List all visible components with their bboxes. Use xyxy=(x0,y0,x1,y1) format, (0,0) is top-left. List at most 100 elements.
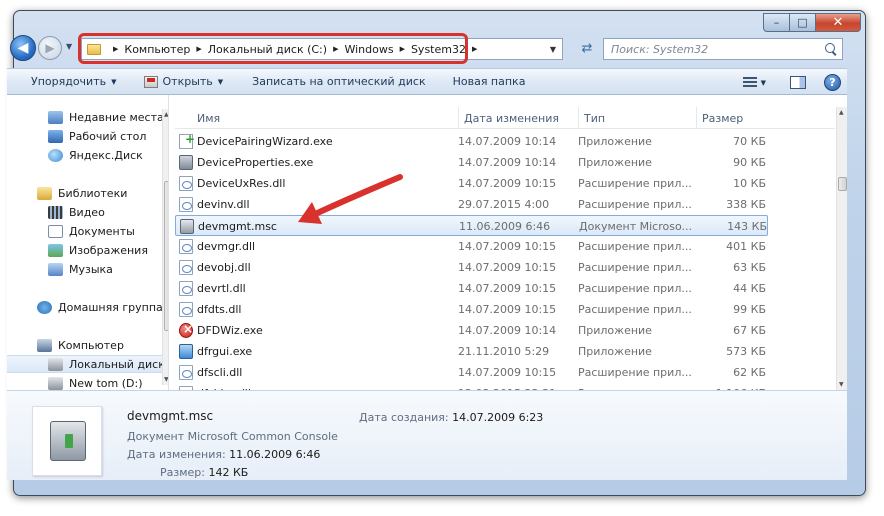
breadcrumb-chevron-icon[interactable]: ▶ xyxy=(472,45,477,53)
dropdown-arrow-icon: ▼ xyxy=(111,77,117,86)
search-input[interactable]: Поиск: System32 xyxy=(603,38,843,60)
file-row[interactable]: dfshim.dll 12.03.2015 23:31Расширение при… xyxy=(175,383,768,390)
nav-item-computer[interactable]: Компьютер xyxy=(37,336,124,354)
recent-places-icon xyxy=(48,110,63,124)
minimize-button[interactable]: – xyxy=(763,13,790,32)
file-name: dfrgui.exe xyxy=(197,345,253,358)
file-row[interactable]: devrtl.dll 14.07.2009 10:15 Расширение при… xyxy=(175,278,768,299)
details-pane: devmgmt.msc Документ Microsoft Common Co… xyxy=(7,390,847,480)
homegroup-icon xyxy=(37,300,52,314)
nav-item-desktop[interactable]: Рабочий стол xyxy=(48,127,146,145)
nav-item-documents[interactable]: Документы xyxy=(48,222,135,240)
file-date: 14.07.2009 10:14 xyxy=(458,135,557,148)
file-row[interactable]: DeviceProperties.exe 14.07.2009 10:14 Прил… xyxy=(175,152,768,173)
file-size: 573 КБ xyxy=(726,345,766,358)
burn-button[interactable]: Записать на оптический диск xyxy=(234,68,436,95)
file-name: DeviceUxRes.dll xyxy=(197,177,286,190)
details-file-type: Документ Microsoft Common Console xyxy=(127,430,338,443)
column-type[interactable]: Тип xyxy=(578,107,696,129)
nav-item-local-disk[interactable]: Локальный диск xyxy=(7,355,165,373)
dll-icon xyxy=(179,176,193,191)
open-label: Открыть xyxy=(162,75,213,88)
file-type: Документ Microso... xyxy=(579,220,693,233)
file-size: 10 КБ xyxy=(733,177,766,190)
scroll-up-icon[interactable]: ▲ xyxy=(164,111,168,118)
nav-item-label: New tom (D:) xyxy=(69,376,143,390)
toolbar-right: ▼ ? xyxy=(742,69,841,96)
file-row[interactable]: dfdts.dll 14.07.2009 10:15 Расширение прил… xyxy=(175,299,768,320)
file-date: 12.03.2015 23:31 xyxy=(458,383,578,390)
file-type: Приложение xyxy=(578,345,652,358)
nav-item-homegroup[interactable]: Домашняя группа xyxy=(37,298,163,316)
nav-item-video[interactable]: Видео xyxy=(48,203,105,221)
file-row[interactable]: DevicePairingWizard.exe 14.07.2009 10:14 П… xyxy=(175,131,768,152)
open-button[interactable]: Открыть ▼ xyxy=(128,68,235,95)
nav-item-recent-places[interactable]: Недавние места xyxy=(48,108,164,126)
file-date: 14.07.2009 10:14 xyxy=(458,156,557,169)
command-bar: Упорядочить ▼ Открыть ▼ Записать на оптиче… xyxy=(7,68,847,95)
navigation-scrollbar[interactable]: ▲ ▼ xyxy=(162,109,168,385)
forward-button[interactable]: ▶ xyxy=(38,36,62,60)
help-icon[interactable]: ? xyxy=(824,74,841,91)
nav-item-label: Домашняя группа xyxy=(58,300,163,314)
file-type: Расширение прил... xyxy=(578,383,696,390)
video-icon xyxy=(48,205,63,219)
scrollbar-thumb[interactable] xyxy=(838,177,847,191)
file-name: devmgmt.msc xyxy=(198,220,277,233)
file-row[interactable]: dfscli.dll 14.07.2009 10:15 Расширение при… xyxy=(175,362,768,383)
scrollbar-thumb[interactable] xyxy=(164,181,168,331)
file-name: devmgr.dll xyxy=(197,240,256,253)
maximize-button[interactable]: □ xyxy=(790,13,816,32)
file-type: Расширение прил... xyxy=(578,177,692,190)
file-date: 14.07.2009 10:15 xyxy=(458,282,557,295)
views-dropdown-icon[interactable]: ▼ xyxy=(761,79,766,87)
preview-pane-icon[interactable] xyxy=(790,76,806,89)
details-modified: Дата изменения: 11.06.2009 6:46 xyxy=(127,448,320,461)
file-row[interactable]: devmgr.dll 14.07.2009 10:15 Расширение при… xyxy=(175,236,768,257)
dll-icon xyxy=(179,365,193,380)
file-date: 14.07.2009 10:15 xyxy=(458,303,557,316)
file-name: devrtl.dll xyxy=(197,282,246,295)
file-row[interactable]: DFDWiz.exe 14.07.2009 10:14 Приложение 67 К… xyxy=(175,320,768,341)
file-size: 44 КБ xyxy=(733,282,766,295)
file-size: 143 КБ xyxy=(727,220,767,233)
file-date: 14.07.2009 10:15 xyxy=(458,240,557,253)
details-file-name: devmgmt.msc xyxy=(127,409,214,423)
close-button[interactable]: ✕ xyxy=(816,13,861,32)
nav-item-libraries[interactable]: Библиотеки xyxy=(37,184,127,202)
scroll-down-icon[interactable]: ▼ xyxy=(164,376,168,383)
scroll-down-icon[interactable]: ▼ xyxy=(839,381,844,388)
back-arrow-icon: ◀ xyxy=(17,40,29,56)
new-folder-button[interactable]: Новая папка xyxy=(437,68,537,95)
nav-item-drive-d[interactable]: New tom (D:) xyxy=(48,374,143,390)
nav-item-music[interactable]: Музыка xyxy=(48,260,113,278)
desktop-icon xyxy=(48,129,63,143)
search-icon[interactable] xyxy=(825,43,837,55)
forward-arrow-icon: ▶ xyxy=(45,41,55,55)
views-icon[interactable] xyxy=(742,77,757,88)
column-name[interactable]: Имя xyxy=(192,107,458,129)
scroll-up-icon[interactable]: ▲ xyxy=(839,109,844,116)
file-row[interactable]: dfrgui.exe 21.11.2010 5:29 Приложение 573 К… xyxy=(175,341,768,362)
file-type: Приложение xyxy=(578,156,652,169)
column-date[interactable]: Дата изменения xyxy=(458,107,578,129)
nav-item-yandex-disk[interactable]: Яндекс.Диск xyxy=(48,146,143,164)
address-highlight-frame xyxy=(78,33,468,64)
nav-item-pictures[interactable]: Изображения xyxy=(48,241,148,259)
file-row[interactable]: devinv.dll 29.07.2015 4:00 Расширение прил… xyxy=(175,194,768,215)
nav-item-label: Локальный диск xyxy=(69,357,165,371)
file-date: 21.11.2010 5:29 xyxy=(458,345,550,358)
dll-icon xyxy=(179,260,193,275)
file-row-selected[interactable]: devmgmt.msc 11.06.2009 6:46 Документ Micro… xyxy=(175,215,768,236)
file-row[interactable]: DeviceUxRes.dll 14.07.2009 10:15 Расширени… xyxy=(175,173,768,194)
organize-button[interactable]: Упорядочить ▼ xyxy=(7,68,128,95)
back-button[interactable]: ◀ xyxy=(10,35,36,61)
libraries-icon xyxy=(37,186,52,200)
recent-pages-dropdown[interactable]: ▼ xyxy=(66,42,72,51)
file-row[interactable]: devobj.dll 14.07.2009 10:15 Расширение при… xyxy=(175,257,768,278)
file-list-scrollbar[interactable]: ▲ ▼ xyxy=(836,107,847,390)
address-dropdown-icon[interactable]: ▼ xyxy=(550,45,556,54)
refresh-icon[interactable]: ⇄ xyxy=(578,41,596,57)
column-size[interactable]: Размер xyxy=(696,107,835,129)
music-icon xyxy=(48,262,63,276)
